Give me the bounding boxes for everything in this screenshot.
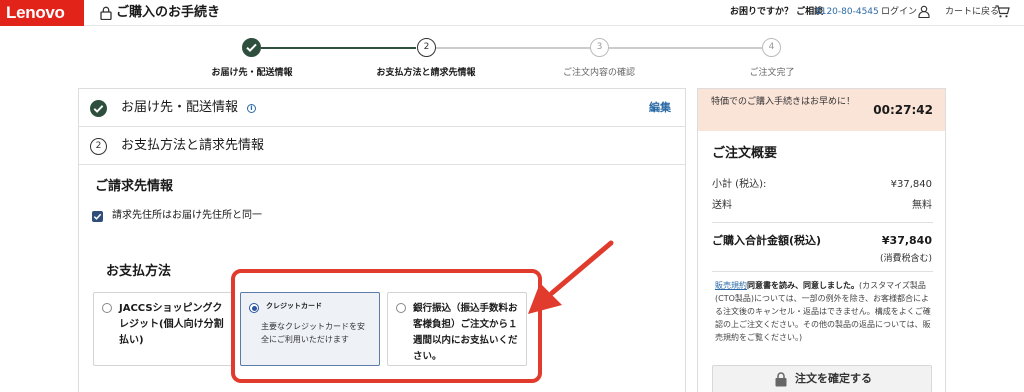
step-connector-complete <box>261 47 416 49</box>
step-2-current: 2 <box>417 38 436 57</box>
section-complete-badge <box>90 100 107 117</box>
page-title: ご購入のお手続き <box>116 5 221 20</box>
help-phone-link[interactable]: 0120-80-4545 <box>815 6 879 18</box>
terms-body-text: (カスタマイズ製品(CTO製品)については、一部の例外を除き、お客様都合による注… <box>715 281 931 342</box>
login-link[interactable]: ログイン <box>881 6 917 18</box>
step-connector-upcoming <box>436 47 590 49</box>
confirm-order-label: 注文を確定する <box>795 372 872 385</box>
terms-agree-text: 同意書を読み、同意しました。 <box>747 281 859 290</box>
step-4-upcoming: 4 <box>762 38 781 57</box>
lock-icon <box>775 372 787 387</box>
subtotal-label: 小計 (税込): <box>712 179 767 190</box>
info-icon[interactable]: i <box>247 104 256 113</box>
step-3-upcoming: 3 <box>590 38 609 57</box>
step-1-complete <box>242 38 261 57</box>
payment-section-title: お支払方法と請求先情報 <box>121 138 265 153</box>
user-icon[interactable] <box>918 5 930 18</box>
step-1-label: お届け先・配送情報 <box>211 68 293 78</box>
terms-link[interactable]: 販売規約 <box>715 281 747 290</box>
payment-method-heading: お支払方法 <box>106 264 172 279</box>
payment-option-jaccs[interactable]: JACCSショッピングクレジット(個人向け分割払い) <box>93 292 234 366</box>
payment-section-header: 2 お支払方法と請求先情報 <box>79 127 685 165</box>
lenovo-logo[interactable]: Lenovo <box>0 0 84 26</box>
same-address-label[interactable]: 請求先住所はお届け先住所と同一 <box>112 209 262 223</box>
cart-icon[interactable] <box>995 5 1010 18</box>
confirm-order-button[interactable]: 注文を確定する <box>712 365 932 392</box>
step-connector-upcoming <box>609 47 762 49</box>
total-label: ご購入合計金額(税込) <box>712 234 822 247</box>
back-to-cart-link[interactable]: カートに戻る <box>945 6 999 18</box>
summary-divider <box>712 271 933 272</box>
order-summary-panel: 特価でのご購入手続きはお早めに！ 00:27:42 ご注文概要 小計 (税込):… <box>697 88 946 392</box>
checkmark-icon <box>93 105 104 113</box>
same-address-checkbox[interactable] <box>92 211 103 222</box>
shipping-section-header: お届け先・配送情報 i 編集 <box>79 89 685 127</box>
step-4-label: ご注文完了 <box>749 68 795 78</box>
timer-banner: 特価でのご購入手続きはお早めに！ 00:27:42 <box>698 89 945 131</box>
tax-note: (消費税含む) <box>879 254 932 264</box>
terms-agreement: 販売規約同意書を読み、同意しました。(カスタマイズ製品(CTO製品)については、… <box>715 279 935 344</box>
shipping-section-title: お届け先・配送情報 <box>121 100 239 115</box>
subtotal-value: ¥37,840 <box>890 179 932 190</box>
site-header: Lenovo ご購入のお手続き お困りですか？ ご相談 0120-80-4545… <box>0 0 1024 26</box>
shipping-label: 送料 <box>712 200 732 211</box>
countdown-timer: 00:27:42 <box>873 103 933 117</box>
option-title: JACCSショッピングクレジット(個人向け分割払い) <box>119 303 224 346</box>
lock-icon <box>100 6 112 20</box>
step-3-label: ご注文内容の確認 <box>562 68 635 78</box>
checkout-progress-stepper: 2 3 4 お届け先・配送情報 お支払方法と請求先情報 ご注文内容の確認 ご注文… <box>0 30 1024 80</box>
checkmark-icon <box>246 43 257 53</box>
total-value: ¥37,840 <box>881 234 932 247</box>
order-summary-title: ご注文概要 <box>712 146 778 161</box>
billing-heading: ご請求先情報 <box>95 179 174 194</box>
step-2-label: お支払方法と請求先情報 <box>376 68 476 78</box>
checkmark-icon <box>93 213 102 220</box>
annotation-highlight-box <box>231 269 542 383</box>
edit-shipping-link[interactable]: 編集 <box>649 101 671 115</box>
help-text: お困りですか？ ご相談 <box>730 7 824 17</box>
timer-message: 特価でのご購入手続きはお早めに！ <box>711 97 856 107</box>
shipping-value: 無料 <box>912 200 932 211</box>
section-number-badge: 2 <box>90 138 107 155</box>
radio-jaccs[interactable] <box>102 303 112 313</box>
annotation-arrow-icon <box>528 240 614 314</box>
summary-divider <box>712 222 933 223</box>
